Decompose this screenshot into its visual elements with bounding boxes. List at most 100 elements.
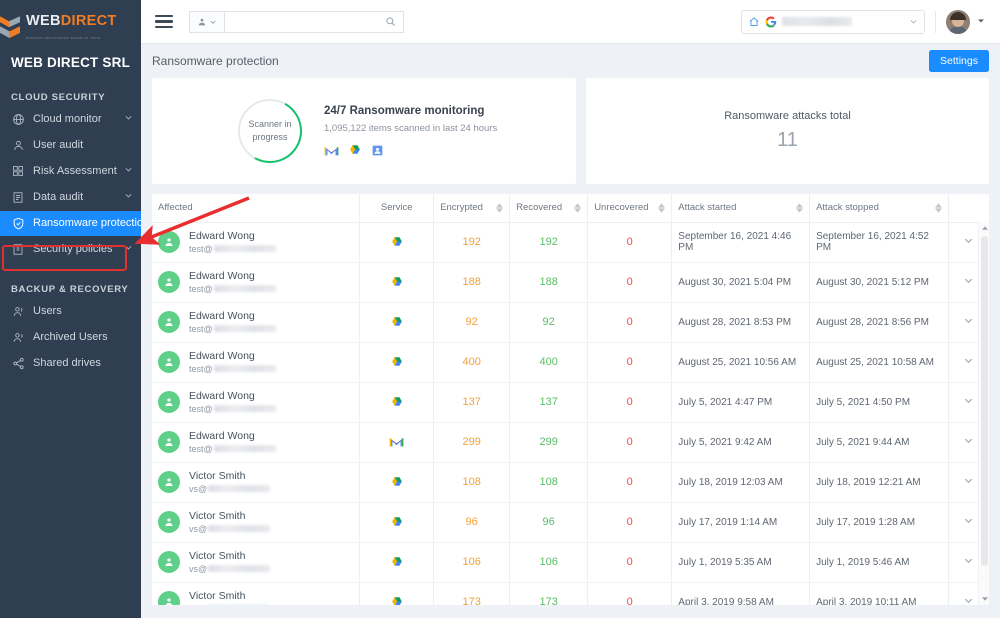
user-email: test@: [189, 283, 276, 295]
sidebar-item-shared-drives[interactable]: Shared drives: [0, 351, 141, 376]
account-selector[interactable]: [741, 9, 925, 34]
user-name: Edward Wong: [189, 309, 255, 322]
sidebar-item-label: Data audit: [33, 191, 84, 203]
column-header-attack-started[interactable]: Attack started: [671, 194, 810, 223]
cell-unrecovered: 0: [587, 302, 672, 343]
table-header: Affected Service Encrypted Recovered Unr…: [152, 194, 989, 223]
user-name: Victor Smith: [189, 469, 246, 482]
avatar: [158, 231, 180, 253]
cell-recovered: 400: [509, 342, 588, 383]
cell-service: [359, 582, 434, 605]
avatar: [158, 391, 180, 413]
column-header-encrypted[interactable]: Encrypted: [433, 194, 510, 223]
table-row[interactable]: Victor Smith vs@ 106 106 0 July 1, 2019 5:35 …: [152, 542, 989, 583]
avatar: [158, 471, 180, 493]
sort-icon[interactable]: [796, 203, 804, 213]
cell-attack-started: August 25, 2021 10:56 AM: [671, 342, 810, 383]
table-row[interactable]: Edward Wong test@ 92 92 0 August 28, 2021 8:5…: [152, 302, 989, 343]
table-row[interactable]: Edward Wong test@ 192 192 0 September 16, 202…: [152, 222, 989, 263]
gmail-icon: [389, 438, 404, 447]
cell-affected: Edward Wong test@: [152, 342, 360, 383]
cell-service: [359, 542, 434, 583]
policy-icon: [11, 242, 25, 256]
column-header-unrecovered[interactable]: Unrecovered: [587, 194, 672, 223]
cell-affected: Victor Smithvs@: [152, 502, 360, 543]
table-row[interactable]: Edward Wong test@ 299 299 0 July 5, 2021 9:42…: [152, 422, 989, 463]
cell-affected: Victor Smithvs@: [152, 462, 360, 503]
person-icon: [165, 438, 173, 446]
sort-icon[interactable]: [574, 203, 582, 213]
chevron-down-icon[interactable]: [909, 15, 918, 29]
hamburger-icon[interactable]: [155, 14, 173, 29]
chevron-down-icon: [124, 191, 133, 203]
cell-attack-started: July 18, 2019 12:03 AM: [671, 462, 810, 503]
table-row[interactable]: Edward Wong test@ 188 188 0 August 30, 2021 5…: [152, 262, 989, 303]
sidebar-item-security-policies[interactable]: Security policies: [0, 237, 141, 262]
table-row[interactable]: Victor Smithvs@1731730April 3, 2019 9:58…: [152, 582, 989, 605]
column-header-attack-stopped[interactable]: Attack stopped: [809, 194, 949, 223]
attacks-total-title: Ransomware attacks total: [724, 110, 851, 122]
cell-unrecovered: 0: [587, 462, 672, 503]
sidebar-item-label: Archived Users: [33, 331, 108, 343]
logo-word-direct: DIRECT: [60, 13, 117, 29]
sidebar-item-ransomware-protection[interactable]: Ransomware protection: [0, 210, 141, 236]
avatar: [158, 511, 180, 533]
table-row[interactable]: Edward Wong test@ 400 400 0 August 25, 2021 1…: [152, 342, 989, 383]
user-filter-icon: [198, 18, 206, 25]
cell-service: [359, 302, 434, 343]
cell-attack-started: July 17, 2019 1:14 AM: [671, 502, 810, 543]
column-header-affected[interactable]: Affected: [152, 194, 360, 223]
chevron-down-icon: [124, 243, 133, 255]
brand-logo[interactable]: WEBDIRECT BUSINESS RELATIONSHIP BASED ON…: [0, 0, 141, 41]
cell-unrecovered: 0: [587, 582, 672, 605]
caret-down-icon[interactable]: [976, 15, 986, 29]
attacks-table: Affected Service Encrypted Recovered Unr…: [152, 194, 989, 605]
avatar: [158, 591, 180, 605]
scroll-up-arrow-icon[interactable]: [979, 222, 989, 234]
sort-icon[interactable]: [658, 203, 666, 213]
cell-encrypted: 188: [433, 262, 510, 303]
google-drive-icon: [391, 476, 402, 486]
column-label: Service: [380, 202, 413, 214]
column-label: Recovered: [516, 202, 563, 214]
avatar: [158, 431, 180, 453]
sidebar-item-user-audit[interactable]: User audit: [0, 133, 141, 158]
table-row[interactable]: Victor Smith vs@ 108 108 0 July 18, 2019 12:0…: [152, 462, 989, 503]
search-icon[interactable]: [385, 16, 403, 27]
avatar[interactable]: [946, 9, 970, 34]
table-row[interactable]: Victor Smith vs@ 96 96 0 July 17, 2019 1:14 A…: [152, 502, 989, 543]
search-input[interactable]: [225, 11, 385, 32]
scrollbar-thumb[interactable]: [981, 236, 988, 566]
cell-affected: Edward Wong test@: [152, 222, 360, 263]
avatar: [158, 271, 180, 293]
sidebar-item-risk-assessment[interactable]: Risk Assessment: [0, 159, 141, 184]
global-search: [189, 10, 404, 33]
cell-attack-started: July 5, 2021 9:42 AM: [671, 422, 810, 463]
page-title: Ransomware protection: [152, 54, 279, 68]
globe-icon: [11, 112, 25, 126]
table-row[interactable]: Edward Wong test@ 137 137 0 July 5, 2021 4:47…: [152, 382, 989, 423]
person-icon: [165, 558, 173, 566]
user-email: vs@: [189, 603, 270, 606]
search-scope-dropdown[interactable]: [189, 10, 224, 33]
cell-unrecovered: 0: [587, 542, 672, 583]
sidebar-item-archived-users[interactable]: Archived Users: [0, 325, 141, 350]
scroll-down-arrow-icon[interactable]: [979, 593, 989, 605]
column-header-recovered[interactable]: Recovered: [509, 194, 588, 223]
cell-attack-stopped: September 16, 2021 4:52 PM: [809, 222, 949, 263]
google-drive-icon: [391, 596, 402, 605]
settings-button[interactable]: Settings: [929, 50, 989, 72]
sort-icon[interactable]: [934, 203, 942, 213]
sort-icon[interactable]: [496, 203, 504, 213]
home-icon: [749, 16, 759, 26]
sidebar-item-data-audit[interactable]: Data audit: [0, 185, 141, 210]
organization-name: WEB DIRECT SRL: [10, 54, 131, 70]
cell-service: [359, 382, 434, 423]
column-header-service[interactable]: Service: [359, 194, 434, 223]
attacks-total-value: 11: [777, 129, 798, 151]
sidebar-item-cloud-monitor[interactable]: Cloud monitor: [0, 107, 141, 132]
google-drive-icon: [391, 276, 402, 286]
sidebar-item-users[interactable]: Users: [0, 299, 141, 324]
table-scrollbar[interactable]: [978, 222, 989, 605]
shield-icon: [11, 216, 25, 230]
